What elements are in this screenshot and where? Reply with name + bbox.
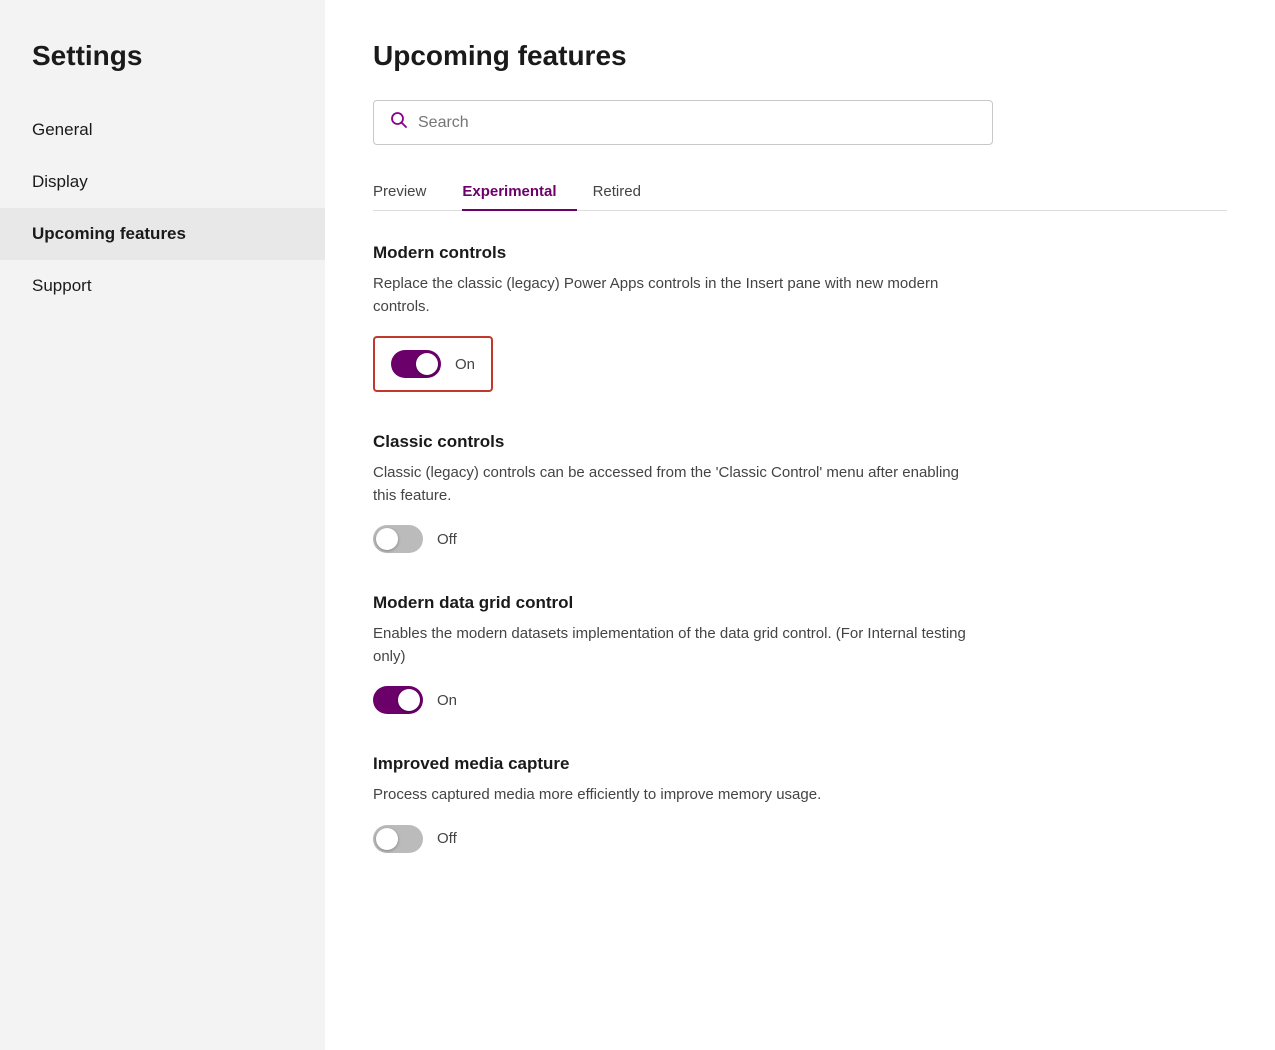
page-title: Upcoming features (373, 40, 1227, 72)
toggle-label-modern-controls: On (455, 356, 475, 373)
toggle-modern-controls[interactable] (391, 350, 441, 378)
tab-experimental[interactable]: Experimental (462, 173, 576, 210)
toggle-knob-modern-data-grid (398, 689, 420, 711)
feature-desc-classic-controls: Classic (legacy) controls can be accesse… (373, 462, 973, 507)
sidebar-item-display[interactable]: Display (0, 156, 325, 208)
feature-desc-improved-media: Process captured media more efficiently … (373, 784, 973, 807)
classic-controls-toggle-row: Off (373, 525, 1227, 553)
toggle-knob-modern-controls (416, 353, 438, 375)
modern-data-grid-toggle-row: On (373, 686, 1227, 714)
feature-desc-modern-data-grid: Enables the modern datasets implementati… (373, 623, 973, 668)
feature-classic-controls: Classic controls Classic (legacy) contro… (373, 432, 1227, 553)
sidebar: Settings General Display Upcoming featur… (0, 0, 325, 1050)
toggle-classic-controls[interactable] (373, 525, 423, 553)
feature-modern-controls: Modern controls Replace the classic (leg… (373, 243, 1227, 392)
toggle-knob-improved-media (376, 828, 398, 850)
feature-improved-media: Improved media capture Process captured … (373, 754, 1227, 853)
search-icon (390, 111, 408, 134)
tab-retired[interactable]: Retired (593, 173, 661, 210)
toggle-knob-classic-controls (376, 528, 398, 550)
feature-title-classic-controls: Classic controls (373, 432, 1227, 452)
toggle-label-improved-media: Off (437, 830, 457, 847)
search-box (373, 100, 993, 145)
sidebar-title: Settings (0, 40, 325, 104)
feature-desc-modern-controls: Replace the classic (legacy) Power Apps … (373, 273, 973, 318)
feature-title-modern-data-grid: Modern data grid control (373, 593, 1227, 613)
search-input[interactable] (418, 114, 976, 132)
sidebar-item-upcoming-features[interactable]: Upcoming features (0, 208, 325, 260)
tab-preview[interactable]: Preview (373, 173, 446, 210)
toggle-label-modern-data-grid: On (437, 692, 457, 709)
main-content: Upcoming features Preview Experimental R… (325, 0, 1275, 1050)
modern-controls-highlight-box: On (373, 336, 493, 392)
toggle-label-classic-controls: Off (437, 531, 457, 548)
tabs: Preview Experimental Retired (373, 173, 1227, 211)
sidebar-item-general[interactable]: General (0, 104, 325, 156)
sidebar-item-support[interactable]: Support (0, 260, 325, 312)
feature-title-improved-media: Improved media capture (373, 754, 1227, 774)
toggle-improved-media[interactable] (373, 825, 423, 853)
toggle-modern-data-grid[interactable] (373, 686, 423, 714)
feature-title-modern-controls: Modern controls (373, 243, 1227, 263)
feature-modern-data-grid: Modern data grid control Enables the mod… (373, 593, 1227, 714)
improved-media-toggle-row: Off (373, 825, 1227, 853)
